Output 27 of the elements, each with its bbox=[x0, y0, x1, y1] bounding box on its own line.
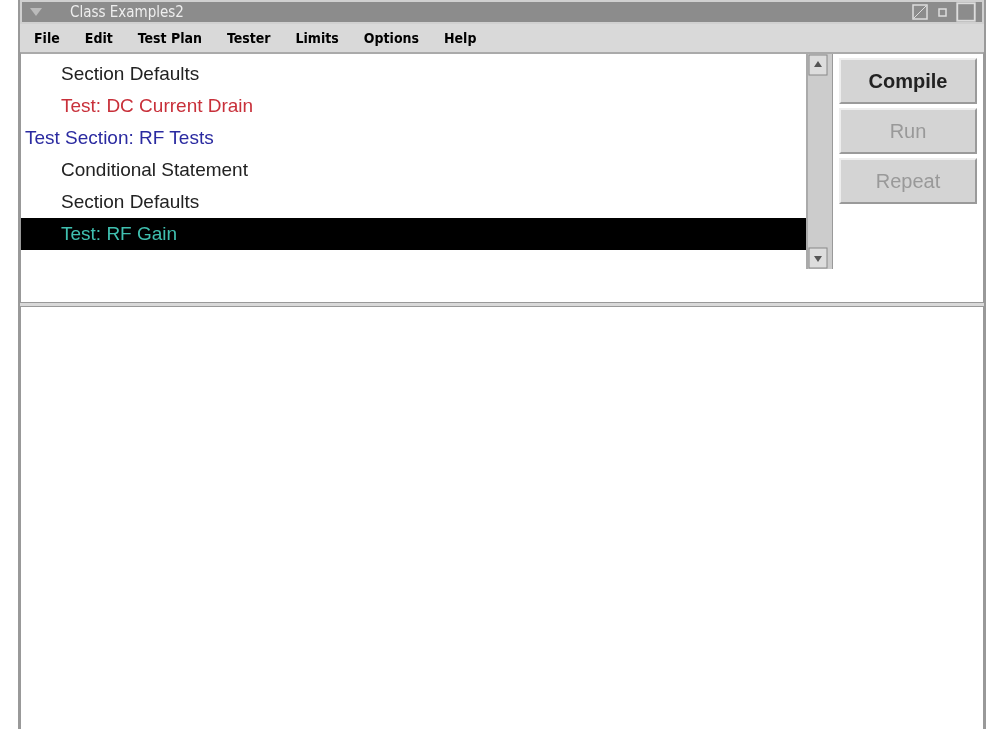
maximize-icon[interactable] bbox=[956, 2, 976, 22]
tree-item-label: Test Section: RF Tests bbox=[25, 127, 214, 148]
tree-row[interactable]: Test Section: RF Tests bbox=[21, 122, 806, 154]
tree-item-label: Section Defaults bbox=[61, 63, 200, 84]
menu-item[interactable]: Test Plan bbox=[129, 28, 210, 48]
menu-item[interactable]: Help bbox=[436, 28, 485, 48]
tree-row[interactable]: Test: RF Gain bbox=[21, 218, 806, 250]
minimize-icon[interactable] bbox=[912, 4, 928, 20]
scroll-up-icon[interactable] bbox=[808, 54, 828, 76]
action-button[interactable]: Compile bbox=[839, 58, 977, 104]
menu-item[interactable]: Tester bbox=[218, 28, 279, 48]
scroll-down-icon[interactable] bbox=[808, 247, 828, 269]
menu-item[interactable]: File bbox=[26, 28, 68, 48]
window-title: Class Examples2 bbox=[70, 3, 185, 21]
tree-row[interactable]: Section Defaults bbox=[21, 186, 806, 218]
menu-item[interactable]: Options bbox=[355, 28, 427, 48]
tree-list[interactable]: Section Defaults Test: DC Current Drain Test Section: RF Tests Conditional Statement Section Defaults Test: RF Gain bbox=[21, 54, 806, 302]
scrollbar[interactable] bbox=[806, 54, 833, 269]
tree-item-label: Test: DC Current Drain bbox=[61, 95, 254, 116]
tree-row[interactable]: Section Defaults bbox=[21, 58, 806, 90]
tree-row[interactable]: Test: DC Current Drain bbox=[21, 90, 806, 122]
tree-item-label: Test: RF Gain bbox=[61, 223, 178, 244]
tree-item-label: Section Defaults bbox=[61, 191, 200, 212]
tree-item-label: Conditional Statement bbox=[61, 159, 248, 180]
menu-item[interactable]: Limits bbox=[287, 28, 347, 48]
menu-item[interactable]: Edit bbox=[76, 28, 121, 48]
tree-row[interactable]: Conditional Statement bbox=[21, 154, 806, 186]
